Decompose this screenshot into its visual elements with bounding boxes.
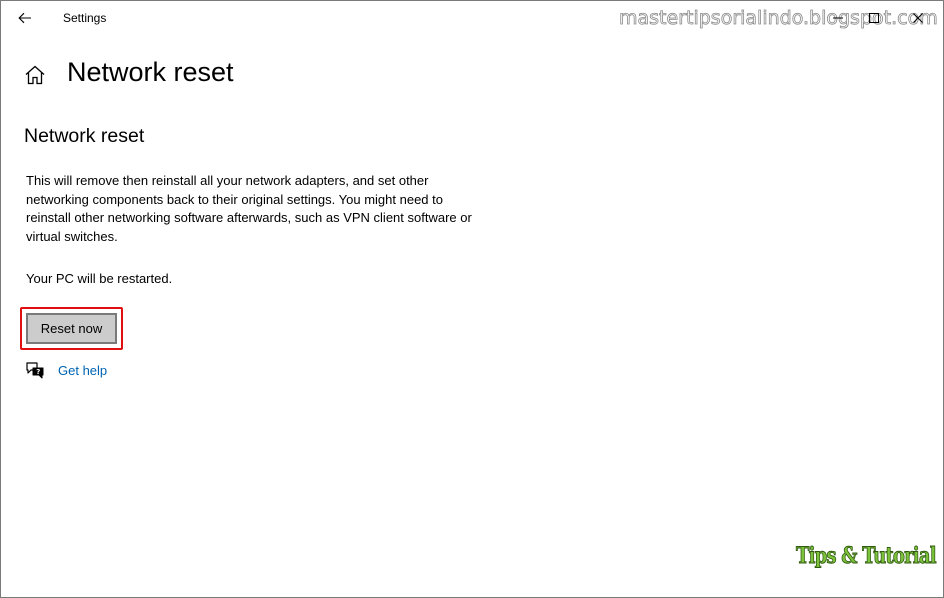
back-button[interactable]	[9, 5, 41, 31]
settings-window: Settings mastertipsorialindo.blogspot.co…	[0, 0, 944, 598]
home-button[interactable]	[23, 63, 47, 87]
back-arrow-icon	[18, 12, 31, 24]
watermark-logo-text: Tips & Tutorial	[796, 543, 937, 570]
section-title: Network reset	[24, 125, 145, 147]
title-bar: Settings mastertipsorialindo.blogspot.co…	[1, 1, 943, 35]
maximize-button[interactable]	[857, 5, 891, 31]
reset-description: This will remove then reinstall all your…	[26, 173, 472, 244]
app-title: Settings	[63, 11, 107, 25]
help-chat-icon: ?	[26, 362, 44, 379]
maximize-icon	[869, 13, 879, 23]
close-icon	[913, 13, 923, 23]
minimize-button[interactable]	[821, 5, 855, 31]
reset-now-button[interactable]: Reset now	[26, 313, 117, 344]
restart-note: Your PC will be restarted.	[26, 271, 173, 286]
get-help-row[interactable]: ? Get help	[25, 359, 107, 381]
close-button[interactable]	[901, 5, 935, 31]
page-title: Network reset	[67, 57, 234, 87]
minimize-icon	[833, 17, 843, 19]
home-icon	[25, 65, 45, 85]
svg-text:?: ?	[36, 368, 40, 376]
get-help-link[interactable]: Get help	[58, 363, 107, 378]
